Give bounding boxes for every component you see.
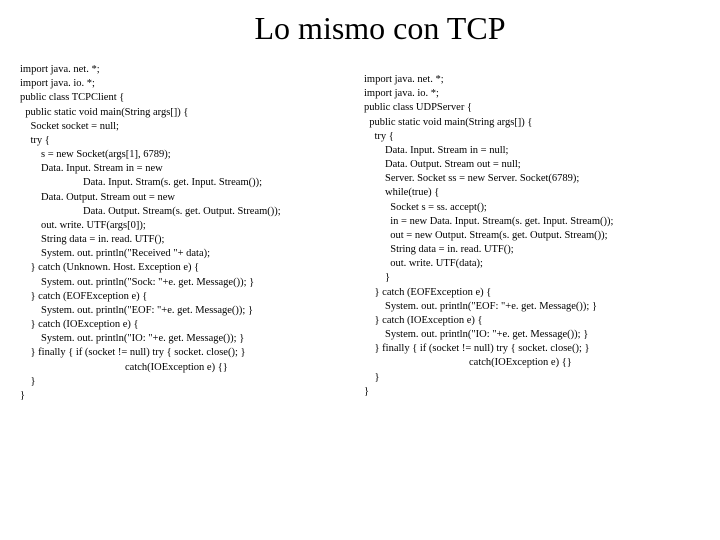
code-columns: import java. net. *; import java. io. *;…	[20, 63, 700, 403]
right-code-block: import java. net. *; import java. io. *;…	[364, 63, 700, 403]
left-code-block: import java. net. *; import java. io. *;…	[20, 63, 356, 403]
slide-title: Lo mismo con TCP	[60, 10, 700, 47]
slide-container: Lo mismo con TCP import java. net. *; im…	[0, 0, 720, 540]
